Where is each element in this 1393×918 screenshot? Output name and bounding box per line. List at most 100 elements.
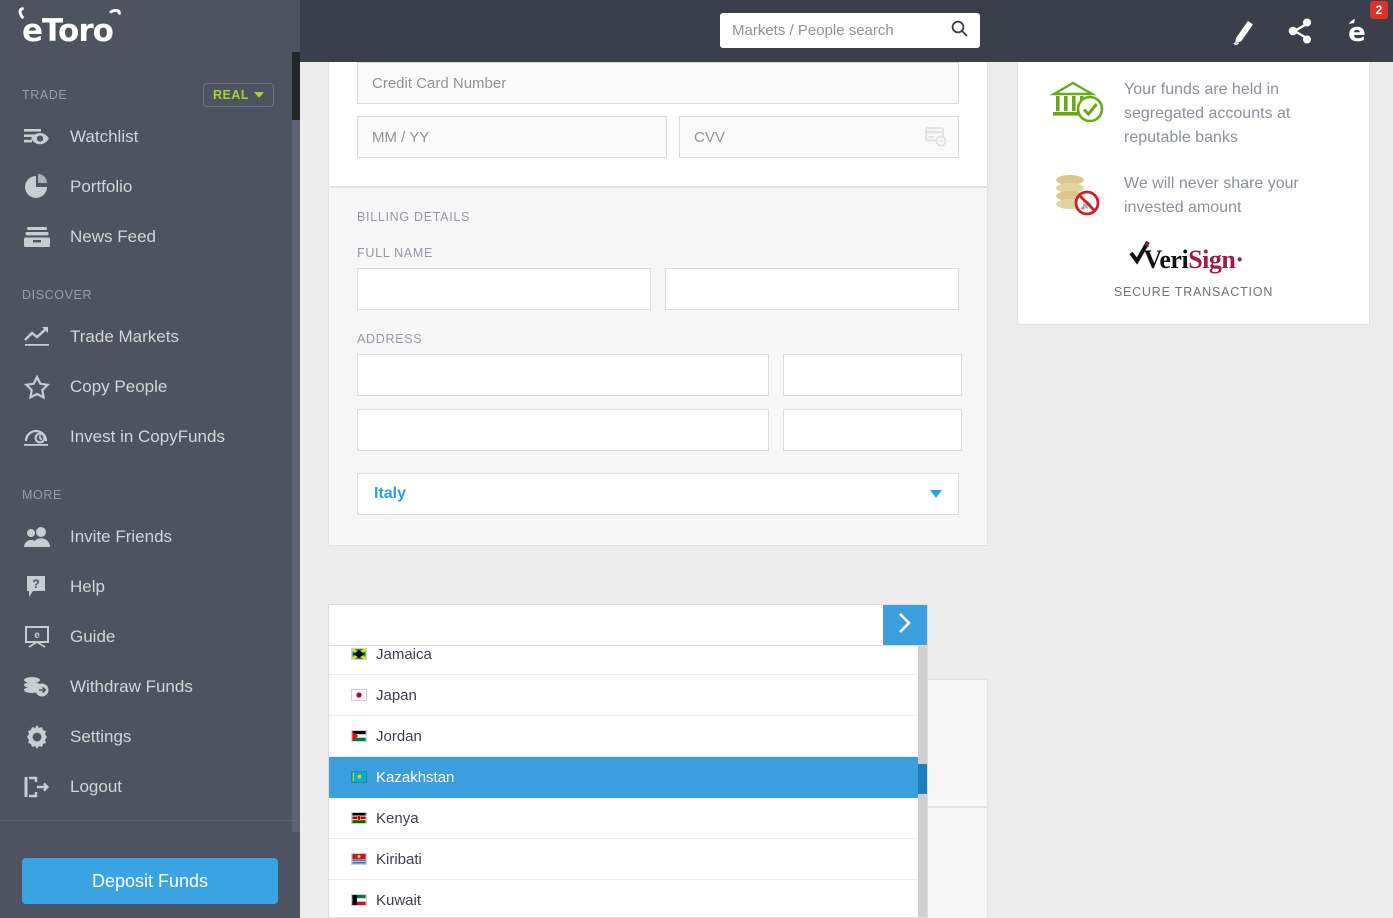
sidebar-item-label: Guide: [70, 627, 116, 646]
country-search-submit-button[interactable]: [883, 605, 927, 645]
guide-icon: e: [22, 622, 52, 652]
address-line1-input[interactable]: [357, 354, 769, 396]
cvv-input[interactable]: [679, 116, 959, 158]
sidebar-divider: [0, 820, 300, 821]
chevron-down-icon: [930, 490, 942, 498]
etoro-avatar-icon[interactable]: e 2: [1343, 1, 1388, 47]
copy-people-icon: [22, 372, 52, 402]
list-item[interactable]: Kiribati: [329, 839, 927, 880]
flag-icon: [351, 771, 367, 783]
watchlist-icon: [22, 122, 52, 152]
country-search-input[interactable]: [329, 605, 883, 645]
sidebar-section-discover-header: DISCOVER: [0, 278, 300, 312]
country-select-value: Italy: [374, 485, 407, 502]
card-number-input[interactable]: [357, 62, 959, 104]
share-icon[interactable]: [1287, 18, 1313, 44]
withdraw-funds-icon: [22, 672, 52, 702]
sidebar-item-label: Settings: [70, 727, 132, 746]
sidebar-item-help[interactable]: ? Help: [0, 562, 300, 612]
country-option-list[interactable]: Jamaica Japan Jordan Kazakhstan Kenya Ki…: [328, 646, 928, 918]
sidebar: eToro TRADE REAL Watchlist Portfolio New…: [0, 0, 300, 918]
sidebar-item-invite-friends[interactable]: Invite Friends: [0, 512, 300, 562]
secure-transaction-caption: SECURE TRANSACTION: [1113, 285, 1274, 299]
flag-icon: [351, 853, 367, 865]
sidebar-item-trade-markets[interactable]: Trade Markets: [0, 312, 300, 362]
etoro-logo[interactable]: eToro: [0, 0, 300, 62]
list-item-selected[interactable]: Kazakhstan: [329, 757, 927, 798]
sidebar-item-withdraw-funds[interactable]: Withdraw Funds: [0, 662, 300, 712]
sidebar-item-watchlist[interactable]: Watchlist: [0, 112, 300, 162]
address-line3-input[interactable]: [357, 409, 769, 451]
chevron-right-icon: [897, 611, 913, 640]
bank-check-icon: [1049, 78, 1108, 131]
list-item-label: Kiribati: [376, 850, 422, 868]
svg-text:?: ?: [32, 577, 39, 591]
coins-no-share-icon: [1050, 172, 1108, 223]
top-header: Markets / People search e 2: [300, 0, 1393, 62]
address-line2-input[interactable]: [783, 354, 962, 396]
notification-badge: 2: [1370, 1, 1388, 19]
credit-card-section: [328, 62, 988, 187]
country-search-row: [328, 604, 928, 646]
list-item-label: Jamaica: [376, 646, 432, 663]
sidebar-item-label: News Feed: [70, 227, 156, 246]
country-select[interactable]: Italy: [357, 473, 959, 515]
sidebar-item-label: Help: [70, 577, 105, 596]
list-item[interactable]: Jordan: [329, 716, 927, 757]
etoro-deposit-page: eToro TRADE REAL Watchlist Portfolio New…: [0, 0, 1393, 918]
list-item[interactable]: Jamaica: [329, 646, 927, 675]
sidebar-item-label: Copy People: [70, 377, 168, 396]
header-icon-group: e 2: [1230, 0, 1388, 62]
copyfunds-icon: [22, 422, 52, 452]
sidebar-item-settings[interactable]: Settings: [0, 712, 300, 762]
list-item-label: Kuwait: [376, 891, 422, 909]
full-name-row: [357, 268, 959, 310]
security-item-never-share: We will never share your invested amount: [1018, 150, 1369, 223]
account-mode-label: REAL: [212, 88, 249, 102]
svg-text:e: e: [34, 630, 40, 641]
deposit-form: BILLING DETAILS FULL NAME ADDRESS Italy: [328, 62, 988, 546]
list-item[interactable]: Japan: [329, 675, 927, 716]
invite-friends-icon: [22, 522, 52, 552]
sidebar-item-copy-people[interactable]: Copy People: [0, 362, 300, 412]
sidebar-scrollbar-track[interactable]: [292, 52, 300, 832]
expiry-input[interactable]: [357, 116, 667, 158]
pencil-icon[interactable]: [1230, 16, 1257, 46]
sidebar-item-guide[interactable]: e Guide: [0, 612, 300, 662]
list-item[interactable]: Kenya: [329, 798, 927, 839]
search-icon: [951, 20, 968, 42]
sidebar-item-label: Withdraw Funds: [70, 677, 193, 696]
dropdown-scrollbar-thumb[interactable]: [918, 764, 927, 794]
billing-details-section: BILLING DETAILS FULL NAME ADDRESS Italy: [328, 187, 988, 546]
list-item[interactable]: Kuwait: [329, 880, 927, 917]
verisign-logo: VeriSign· SECURE TRANSACTION: [1018, 240, 1369, 299]
address-label: ADDRESS: [357, 332, 423, 346]
security-panel: Your funds are held in segregated accoun…: [1017, 55, 1370, 325]
security-item-segregated-accounts: Your funds are held in segregated accoun…: [1018, 56, 1369, 150]
full-name-label: FULL NAME: [357, 246, 433, 260]
sidebar-scrollbar-thumb[interactable]: [292, 52, 300, 120]
credit-card-cvv-icon: [925, 127, 947, 152]
country-dropdown: Jamaica Japan Jordan Kazakhstan Kenya Ki…: [328, 604, 928, 918]
sidebar-item-label: Watchlist: [70, 127, 139, 146]
sidebar-item-logout[interactable]: Logout: [0, 762, 300, 812]
sidebar-item-news-feed[interactable]: News Feed: [0, 212, 300, 262]
deposit-funds-button[interactable]: Deposit Funds: [22, 858, 278, 904]
list-item-label: Kazakhstan: [376, 768, 455, 786]
security-item-text: We will never share your invested amount: [1124, 175, 1299, 216]
portfolio-icon: [22, 172, 52, 202]
verisign-sign-text: Sign: [1188, 245, 1236, 274]
address-line4-input[interactable]: [783, 409, 962, 451]
sidebar-item-portfolio[interactable]: Portfolio: [0, 162, 300, 212]
flag-icon: [351, 730, 367, 742]
sidebar-item-invest-copyfunds[interactable]: Invest in CopyFunds: [0, 412, 300, 462]
list-item-label: Kenya: [376, 809, 419, 827]
last-name-input[interactable]: [665, 268, 959, 310]
flag-icon: [351, 812, 367, 824]
first-name-input[interactable]: [357, 268, 651, 310]
sidebar-section-label: DISCOVER: [22, 288, 93, 302]
search-input[interactable]: Markets / People search: [720, 13, 980, 48]
account-mode-badge[interactable]: REAL: [202, 83, 274, 107]
sidebar-item-label: Trade Markets: [70, 327, 179, 346]
sidebar-item-label: Portfolio: [70, 177, 133, 196]
